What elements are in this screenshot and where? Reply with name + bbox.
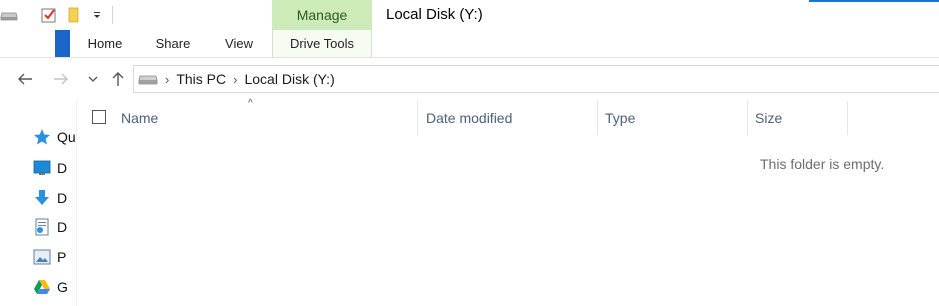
sort-indicator: ^	[248, 98, 253, 109]
column-header-size[interactable]: Size	[755, 110, 782, 126]
address-bar[interactable]: › This PC › Local Disk (Y:)	[133, 65, 939, 93]
desktop-icon	[32, 158, 52, 178]
context-tab-manage: Manage	[272, 0, 372, 30]
column-divider[interactable]	[597, 101, 598, 135]
nav-item-label: G	[57, 279, 68, 295]
up-button[interactable]	[106, 67, 130, 91]
nav-item-label: D	[57, 190, 68, 206]
column-header-date-modified[interactable]: Date modified	[426, 110, 512, 126]
tab-view[interactable]: View	[214, 30, 264, 57]
select-all-checkbox[interactable]	[92, 110, 106, 124]
nav-item-label: P	[57, 249, 67, 265]
nav-item-label: D	[57, 219, 68, 235]
nav-item-quick-access[interactable]: Qu	[32, 126, 76, 148]
nav-item-downloads[interactable]: D	[32, 187, 67, 209]
nav-item-desktop[interactable]: D	[32, 157, 67, 179]
google-drive-icon	[32, 277, 52, 297]
toolbar-divider	[112, 6, 113, 24]
downloads-icon	[32, 188, 52, 208]
nav-item-label: D	[57, 160, 68, 176]
empty-folder-message: This folder is empty.	[760, 156, 885, 172]
nav-item-google-drive[interactable]: G	[32, 276, 68, 298]
forward-arrow-icon	[54, 73, 68, 85]
pictures-icon	[32, 247, 52, 267]
column-divider[interactable]	[847, 101, 848, 135]
tab-home[interactable]: Home	[78, 30, 132, 57]
breadcrumb-local-disk[interactable]: Local Disk (Y:)	[244, 71, 334, 87]
properties-check-icon[interactable]	[40, 6, 58, 24]
window-title: Local Disk (Y:)	[386, 6, 483, 23]
nav-item-pictures[interactable]: P	[32, 246, 66, 268]
drive-icon[interactable]	[0, 6, 18, 24]
drive-icon	[138, 73, 158, 85]
breadcrumb-chevron-icon[interactable]: ›	[233, 72, 237, 87]
forward-button[interactable]	[49, 67, 73, 91]
window-control-accent	[809, 0, 939, 2]
navigation-pane-divider[interactable]	[76, 100, 77, 306]
file-tab[interactable]	[55, 30, 70, 58]
column-header-type[interactable]: Type	[605, 110, 635, 126]
nav-item-label: Qu	[57, 129, 76, 145]
title-bar: Manage Local Disk (Y:)	[0, 0, 939, 30]
documents-icon	[32, 217, 52, 237]
column-divider[interactable]	[747, 101, 748, 135]
tab-share[interactable]: Share	[148, 30, 198, 57]
new-folder-icon[interactable]	[64, 6, 82, 24]
recent-locations-button[interactable]	[81, 67, 105, 91]
nav-item-documents[interactable]: D	[32, 216, 67, 238]
column-divider[interactable]	[417, 101, 418, 135]
breadcrumb-chevron-icon[interactable]: ›	[165, 72, 169, 87]
back-button[interactable]	[13, 67, 37, 91]
chevron-down-icon	[88, 76, 98, 82]
back-arrow-icon	[18, 73, 32, 85]
ribbon-divider	[0, 57, 939, 58]
tab-drive-tools[interactable]: Drive Tools	[272, 30, 372, 57]
breadcrumb-this-pc[interactable]: This PC	[176, 71, 226, 87]
quick-access-star-icon	[32, 127, 52, 147]
column-header-name[interactable]: Name	[121, 110, 158, 126]
customize-dropdown-icon[interactable]	[88, 6, 106, 24]
up-arrow-icon	[112, 72, 124, 86]
